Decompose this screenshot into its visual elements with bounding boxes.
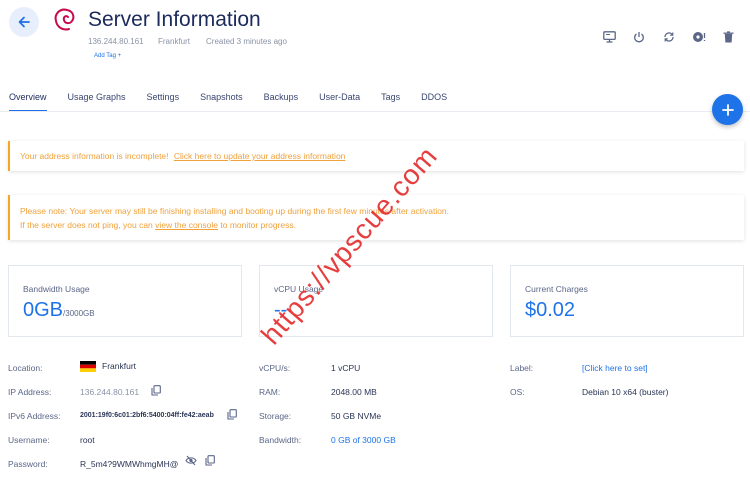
address-alert-text: Your address information is incomplete! — [20, 151, 169, 161]
set-label-link[interactable]: [Click here to set] — [582, 363, 648, 373]
view-console-link[interactable]: view the console — [155, 220, 218, 230]
germany-flag-icon — [80, 361, 96, 373]
address-alert: Your address information is incomplete! … — [8, 141, 744, 171]
location-label: Location: — [8, 363, 43, 373]
eye-slash-icon[interactable] — [185, 455, 197, 466]
created-time: Created 3 minutes ago — [206, 37, 287, 46]
back-arrow-icon — [18, 16, 30, 28]
bandwidth-value[interactable]: 0 GB of 3000 GB — [331, 435, 396, 445]
charges-card: Current Charges $0.02 — [510, 265, 744, 337]
console-icon — [602, 31, 616, 43]
bandwidth-card-value: 0GB — [23, 299, 64, 321]
username-label: Username: — [8, 435, 50, 445]
label-label: Label: — [510, 363, 534, 373]
power-icon — [634, 32, 644, 43]
reinstall-icon — [693, 32, 706, 42]
password-value: R_5m4?9WMWhmgMH@ — [80, 459, 179, 469]
copy-icon[interactable] — [151, 385, 161, 396]
copy-icon[interactable] — [227, 409, 237, 420]
bandwidth-card-suffix: /3000GB — [63, 309, 95, 318]
page-title: Server Information — [88, 8, 261, 31]
ip-label: IP Address: — [8, 387, 52, 397]
ram-value: 2048.00 MB — [331, 387, 377, 397]
console-button[interactable] — [601, 29, 617, 45]
tab-settings[interactable]: Settings — [147, 92, 180, 112]
trash-icon — [723, 31, 733, 43]
add-tag-link[interactable]: Add Tag + — [94, 53, 121, 59]
bandwidth-card-label: Bandwidth Usage — [23, 284, 90, 294]
tab-usage-graphs[interactable]: Usage Graphs — [68, 92, 126, 112]
tab-bar: Overview Usage Graphs Settings Snapshots… — [9, 92, 468, 112]
tab-divider — [0, 111, 750, 112]
server-ip: 136.244.80.161 — [88, 37, 144, 46]
tab-ddos[interactable]: DDOS — [421, 92, 447, 112]
storage-value: 50 GB NVMe — [331, 411, 382, 421]
copy-icon[interactable] — [205, 455, 215, 466]
username-value: root — [80, 435, 95, 445]
tab-backups[interactable]: Backups — [264, 92, 299, 112]
back-button[interactable] — [9, 7, 39, 37]
password-label: Password: — [8, 459, 48, 469]
server-location: Frankfurt — [158, 37, 191, 46]
tab-tags[interactable]: Tags — [381, 92, 400, 112]
vcpus-label: vCPU/s: — [259, 363, 291, 373]
ram-label: RAM: — [259, 387, 281, 397]
tab-snapshots[interactable]: Snapshots — [200, 92, 243, 112]
os-value: Debian 10 x64 (buster) — [582, 387, 669, 397]
delete-button[interactable] — [720, 29, 736, 45]
storage-label: Storage: — [259, 411, 292, 421]
plus-icon — [721, 103, 734, 116]
power-button[interactable] — [631, 29, 647, 45]
ipv6-value: 2001:19f0:6c01:2bf6:5400:04ff:fe42:aeab — [80, 412, 214, 419]
bandwidth-label: Bandwidth: — [259, 435, 302, 445]
install-note-line2-end: to monitor progress. — [220, 220, 296, 230]
ipv6-label: IPv6 Address: — [8, 411, 61, 421]
ip-value: 136.244.80.161 — [80, 387, 140, 397]
charges-card-value: $0.02 — [525, 299, 576, 321]
os-label: OS: — [510, 387, 525, 397]
tab-user-data[interactable]: User-Data — [319, 92, 360, 112]
charges-card-label: Current Charges — [525, 284, 588, 294]
debian-logo-icon — [54, 8, 75, 31]
tab-overview[interactable]: Overview — [9, 92, 47, 112]
location-value: Frankfurt — [102, 361, 137, 371]
add-button[interactable] — [712, 94, 743, 125]
bandwidth-card: Bandwidth Usage 0GB/3000GB — [8, 265, 242, 337]
install-note-line2: If the server does not ping, you can — [20, 220, 153, 230]
vcpus-value: 1 vCPU — [331, 363, 361, 373]
restart-button[interactable] — [661, 29, 677, 45]
reinstall-button[interactable] — [691, 29, 707, 45]
update-address-link[interactable]: Click here to update your address inform… — [174, 151, 346, 161]
restart-icon — [664, 32, 674, 42]
